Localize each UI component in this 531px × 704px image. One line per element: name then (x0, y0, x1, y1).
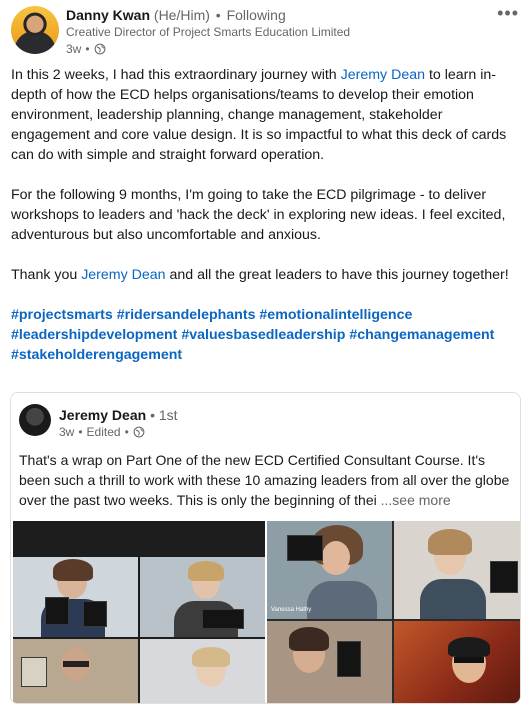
author-pronouns: (He/Him) (153, 7, 210, 23)
separator-dot: • (124, 425, 129, 439)
post-meta: 3w • (66, 42, 106, 56)
globe-icon (94, 43, 105, 55)
participant-tile (13, 557, 138, 637)
edited-label: Edited (86, 425, 121, 439)
participant-tile (394, 521, 520, 619)
see-more-link[interactable]: ...see more (381, 492, 451, 508)
shared-author-avatar[interactable] (19, 404, 51, 436)
text-segment: Thank you (11, 267, 82, 283)
participant-tile (140, 639, 265, 703)
participant-tile: Vanessa Hathy (267, 521, 392, 619)
separator-dot: • (215, 7, 221, 23)
follow-status: Following (226, 7, 286, 23)
author-name-line: Danny Kwan (He/Him) • Following (66, 7, 286, 23)
more-options-icon[interactable]: ••• (497, 4, 519, 22)
post-header: Danny Kwan (He/Him) • Following Creative… (0, 0, 531, 62)
author-name[interactable]: Danny Kwan (66, 7, 150, 23)
text-segment: and all the great leaders to have this j… (165, 267, 509, 283)
hashtag-link[interactable]: #stakeholderengagement (11, 347, 182, 363)
shared-post-meta: 3w • Edited • (59, 425, 145, 439)
post-time: 3w (66, 42, 82, 56)
shared-post-card[interactable]: Jeremy Dean • 1st 3w • Edited • That's a… (10, 392, 521, 704)
connection-degree: 1st (158, 407, 178, 423)
participant-tile (394, 621, 520, 703)
mention-link[interactable]: Jeremy Dean (341, 67, 425, 83)
author-avatar[interactable] (11, 6, 59, 54)
hashtag-link[interactable]: #emotionalintelligence (259, 307, 412, 323)
participant-name-tag: Vanessa Hathy (271, 607, 312, 613)
post-paragraph: In this 2 weeks, I had this extraordinar… (11, 65, 521, 165)
shared-author-name[interactable]: Jeremy Dean (59, 407, 146, 423)
shared-author-name-line: Jeremy Dean • 1st (59, 407, 178, 423)
hashtag-list: #projectsmarts #ridersandelephants #emot… (11, 305, 521, 365)
post-paragraph: Thank you Jeremy Dean and all the great … (11, 265, 521, 285)
video-call-photo[interactable]: Vanessa Hathy (267, 521, 520, 703)
globe-icon (133, 426, 145, 438)
shared-post-time: 3w (59, 425, 75, 439)
mention-link[interactable]: Jeremy Dean (81, 267, 165, 283)
text-segment: In this 2 weeks, I had this extraordinar… (11, 67, 341, 83)
hashtag-link[interactable]: #ridersandelephants (117, 307, 256, 323)
participant-tile (140, 557, 265, 637)
post-body: In this 2 weeks, I had this extraordinar… (11, 65, 521, 365)
shared-post-text: That's a wrap on Part One of the new ECD… (19, 450, 514, 510)
video-call-photo[interactable] (13, 521, 265, 703)
hashtag-link[interactable]: #projectsmarts (11, 307, 113, 323)
post-paragraph: For the following 9 months, I'm going to… (11, 187, 506, 243)
author-headline: Creative Director of Project Smarts Educ… (66, 25, 351, 39)
participant-tile (267, 621, 392, 703)
separator-dot: • (78, 425, 83, 439)
hashtag-link[interactable]: #leadershipdevelopment (11, 327, 177, 343)
participant-tile (13, 639, 138, 703)
photo-grid: Vanessa Hathy (11, 521, 520, 703)
hashtag-link[interactable]: #changemanagement (349, 327, 494, 343)
hashtag-link[interactable]: #valuesbasedleadership (181, 327, 345, 343)
separator-dot: • (85, 42, 90, 56)
separator-dot: • (150, 407, 155, 423)
